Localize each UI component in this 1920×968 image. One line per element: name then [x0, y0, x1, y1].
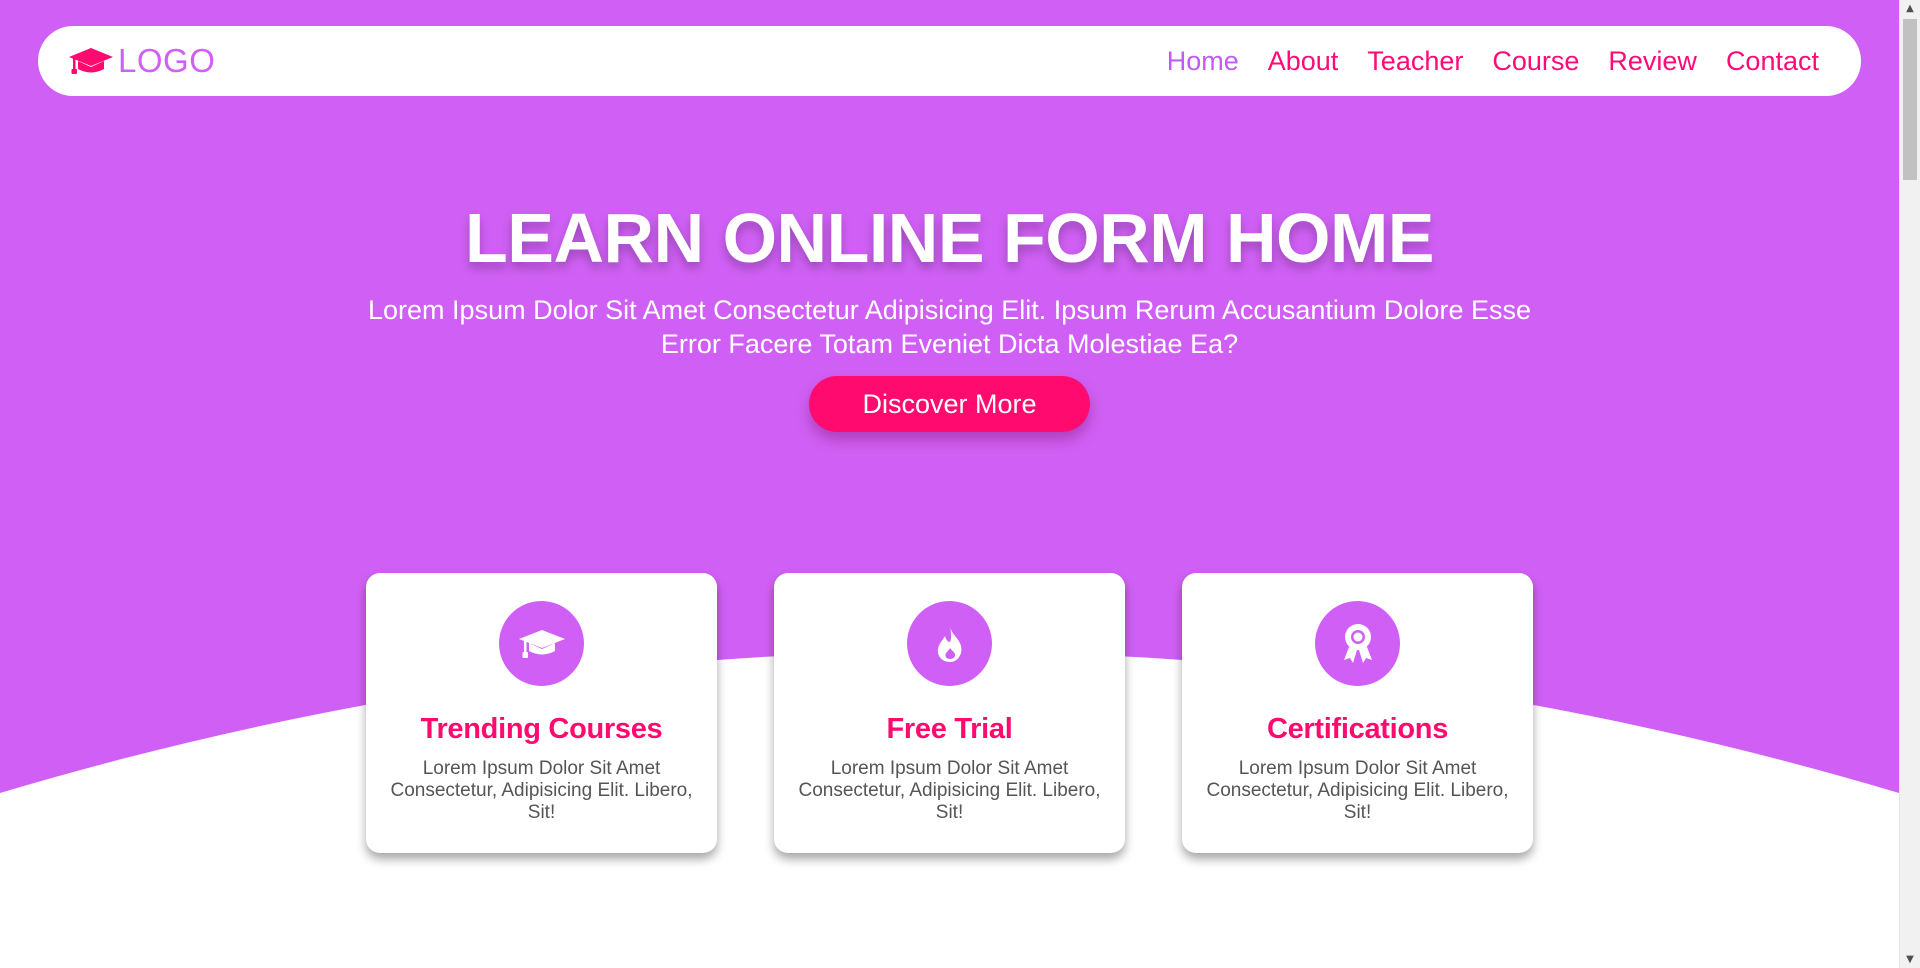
feature-description: Lorem Ipsum Dolor Sit Amet Consectetur, … [390, 758, 693, 823]
nav-link-contact[interactable]: Contact [1726, 46, 1819, 77]
feature-description: Lorem Ipsum Dolor Sit Amet Consectetur, … [1206, 758, 1509, 823]
nav-links: Home About Teacher Course Review Contact [1167, 26, 1819, 96]
logo[interactable]: LOGO [68, 26, 215, 96]
page: LOGO Home About Teacher Course Review Co… [0, 0, 1899, 968]
feature-title: Certifications [1266, 713, 1449, 745]
feature-title: Free Trial [886, 713, 1013, 745]
nav-link-course[interactable]: Course [1492, 46, 1579, 77]
scroll-up-arrow-icon[interactable]: ▲ [1900, 0, 1920, 17]
navbar: LOGO Home About Teacher Course Review Co… [38, 26, 1861, 96]
discover-more-button[interactable]: Discover More [809, 376, 1090, 432]
feature-title: Trending Courses [420, 713, 663, 745]
feature-description: Lorem Ipsum Dolor Sit Amet Consectetur, … [798, 758, 1101, 823]
browser-viewport: LOGO Home About Teacher Course Review Co… [0, 0, 1920, 968]
logo-text: LOGO [118, 42, 216, 79]
hero-title: LEARN ONLINE FORM HOME [465, 199, 1434, 277]
feature-card-certifications: Certifications Lorem Ipsum Dolor Sit Ame… [1182, 573, 1533, 853]
feature-card-free-trial: Free Trial Lorem Ipsum Dolor Sit Amet Co… [774, 573, 1125, 853]
vertical-scrollbar[interactable]: ▲ ▼ [1899, 0, 1920, 968]
award-icon [1315, 601, 1400, 686]
scroll-down-arrow-icon[interactable]: ▼ [1900, 951, 1920, 968]
graduation-cap-icon [68, 46, 114, 76]
nav-link-review[interactable]: Review [1608, 46, 1697, 77]
graduation-cap-icon [499, 601, 584, 686]
nav-link-home[interactable]: Home [1167, 46, 1239, 77]
feature-card-trending-courses: Trending Courses Lorem Ipsum Dolor Sit A… [366, 573, 717, 853]
nav-link-teacher[interactable]: Teacher [1367, 46, 1463, 77]
scroll-thumb[interactable] [1903, 19, 1917, 180]
hero-subtitle: Lorem Ipsum Dolor Sit Amet Consectetur A… [368, 295, 1531, 359]
fire-icon [907, 601, 992, 686]
nav-link-about[interactable]: About [1268, 46, 1339, 77]
